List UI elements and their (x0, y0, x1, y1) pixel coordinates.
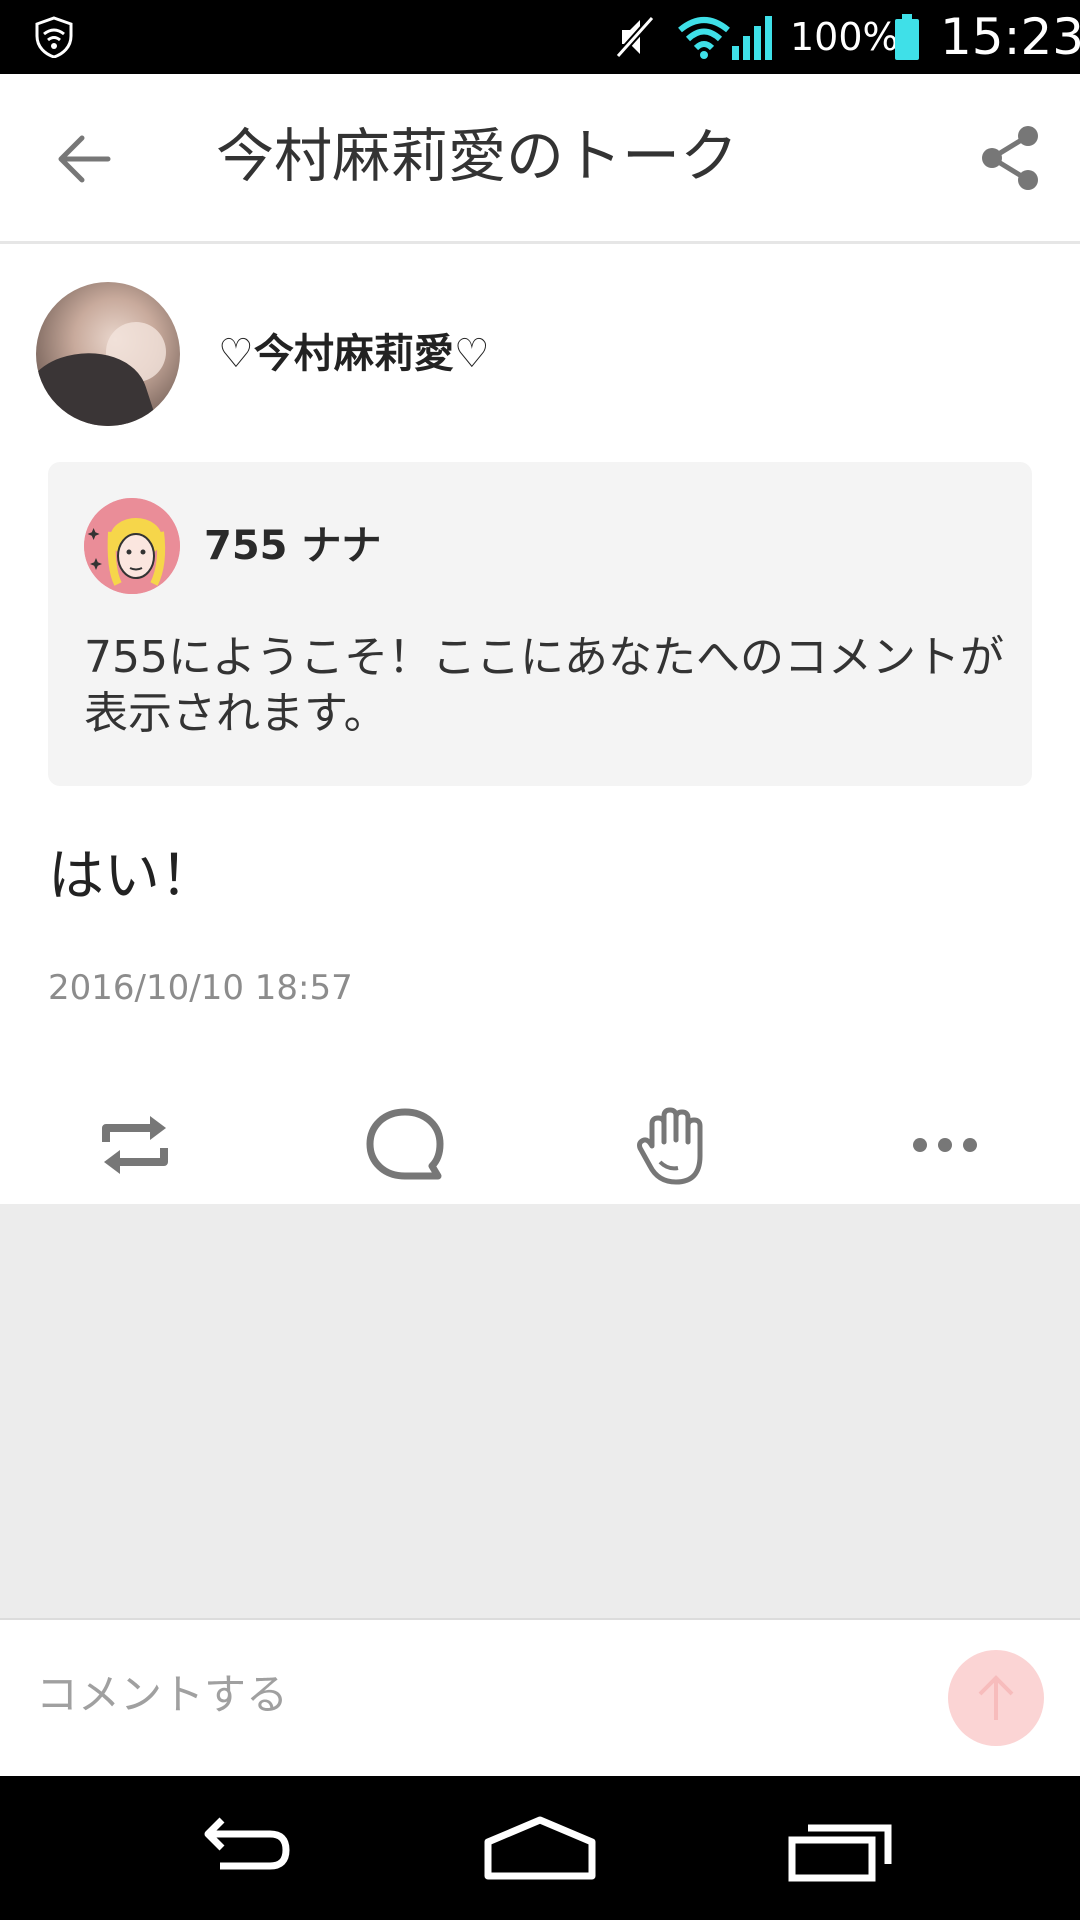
system-nav-bar (0, 1776, 1080, 1920)
nav-recents-icon[interactable] (780, 1812, 900, 1884)
quote-author-name[interactable]: 755 ナナ (204, 520, 381, 572)
page-title: 今村麻莉愛のトーク (216, 122, 739, 190)
up-arrow-icon (978, 1675, 1014, 1720)
app-screen: 100% 15:23 今村麻莉愛のトーク ♡今村麻莉愛♡ 755 ナナ 755に… (0, 0, 1080, 1920)
shield-wifi-icon (35, 16, 73, 58)
wifi-icon (678, 17, 730, 59)
post-timestamp: 2016/10/10 18:57 (48, 968, 353, 1008)
battery-percent: 100% (790, 15, 899, 59)
author-avatar[interactable] (36, 282, 180, 426)
back-arrow-icon[interactable] (50, 124, 120, 194)
nav-home-icon[interactable] (480, 1812, 600, 1884)
comment-input[interactable] (36, 1654, 896, 1734)
cell-signal-icon (732, 16, 772, 60)
comment-icon[interactable] (360, 1100, 450, 1190)
quote-text: 755にようこそ！ここにあなたへのコメントが表示されます。 (84, 632, 1004, 739)
battery-icon (895, 14, 919, 60)
more-icon[interactable] (900, 1100, 990, 1190)
mute-icon (615, 15, 655, 59)
share-icon[interactable] (972, 120, 1048, 196)
clock: 15:23 (940, 8, 1080, 66)
nana-character-icon (84, 498, 180, 594)
post-action-bar (0, 1080, 1080, 1200)
comment-bar (0, 1618, 1080, 1776)
post-body: はい！ (48, 844, 216, 909)
status-bar: 100% 15:23 (0, 0, 1080, 74)
comments-area (0, 1204, 1080, 1618)
app-header: 今村麻莉愛のトーク (0, 74, 1080, 244)
quoted-comment-card[interactable]: 755 ナナ 755にようこそ！ここにあなたへのコメントが表示されます。 (48, 462, 1032, 786)
clap-icon[interactable] (630, 1100, 720, 1190)
repost-icon[interactable] (90, 1100, 180, 1190)
send-button[interactable] (948, 1650, 1044, 1746)
author-name[interactable]: ♡今村麻莉愛♡ (218, 326, 490, 382)
quote-author-avatar[interactable] (84, 498, 180, 594)
nav-back-icon[interactable] (180, 1812, 300, 1884)
